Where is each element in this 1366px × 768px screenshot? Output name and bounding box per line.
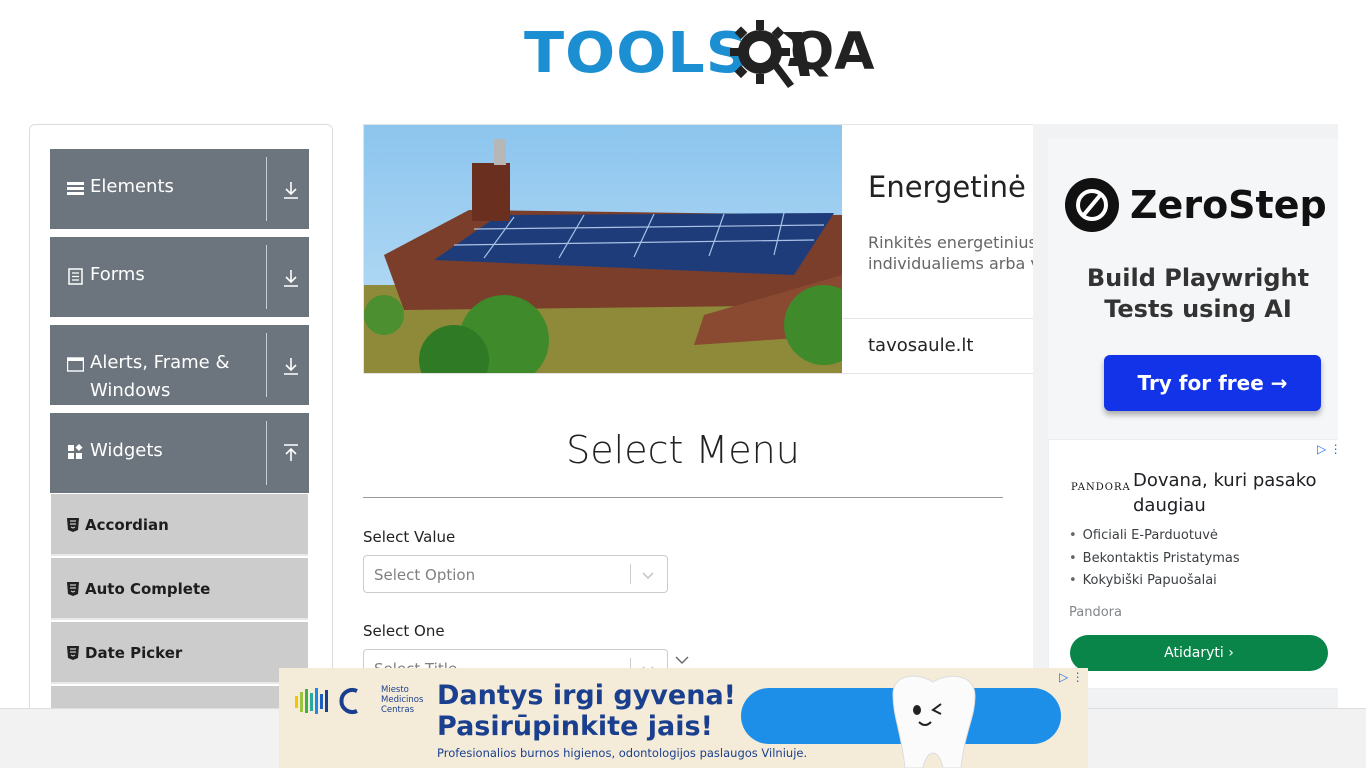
select-value-label: Select Value <box>363 528 456 546</box>
ad-domain[interactable]: tavosaule.lt <box>868 335 973 356</box>
chevron-down-icon <box>675 656 689 664</box>
bottom-ad-subtitle: Profesionalios burnos higienos, odontolo… <box>437 746 808 760</box>
clinic-name-line: Centras <box>381 705 415 715</box>
pandora-logo: PANDORA <box>1071 482 1131 493</box>
zerostep-tagline: Build Playwright Tests using AI <box>1048 263 1338 325</box>
ad-headline: Energetinė n <box>868 170 1035 204</box>
adchoices-icon[interactable]: ▷ ⋮ <box>1317 442 1338 456</box>
logo-tools-text: TOOLS <box>524 21 750 86</box>
sidebar-item-label: Date Picker <box>85 644 183 662</box>
right-ad-column: ZeroStep Build Playwright Tests using AI… <box>1033 124 1338 708</box>
divider <box>266 421 267 485</box>
sidebar-item-accordian[interactable]: Accordian <box>51 494 308 556</box>
select-placeholder: Select Option <box>374 566 476 584</box>
pandora-title: Dovana, kuri pasako daugiau <box>1133 470 1317 516</box>
pandora-bullets: Oficiali E-Parduotuvė Bekontaktis Prista… <box>1069 525 1240 593</box>
ad-description-line: Rinkitės energetinius <box>868 233 1035 252</box>
upload-arrow-icon <box>284 444 298 461</box>
left-panel: Elements Forms Alerts, Frame & Windows W… <box>29 124 333 724</box>
headline-line: Pasirūpinkite jais! <box>437 711 713 742</box>
list-item: Bekontaktis Pristatymas <box>1069 548 1240 571</box>
window-icon <box>67 357 84 372</box>
sidebar-group-widgets[interactable]: Widgets <box>50 413 309 493</box>
form-icon <box>68 268 83 285</box>
tagline-line: Tests using AI <box>1104 295 1292 323</box>
download-arrow-icon <box>284 182 298 199</box>
open-button[interactable]: Atidaryti › <box>1070 635 1328 671</box>
open-button-label: Atidaryti <box>1164 645 1224 661</box>
title-divider <box>363 497 1003 498</box>
sidebar-item-label: Auto Complete <box>85 580 211 598</box>
zerostep-logo-icon <box>1065 178 1119 232</box>
clinic-name-line: Medicinos <box>381 695 424 705</box>
sidebar-item-label: Accordian <box>85 516 169 534</box>
pandora-ad[interactable]: ▷ ⋮ PANDORA Dovana, kuri pasako daugiau … <box>1048 439 1338 689</box>
page-title: Select Menu <box>566 428 800 472</box>
divider <box>266 157 267 221</box>
logo-qa-text: QA <box>790 22 875 82</box>
divider <box>842 318 1034 319</box>
chevron-right-icon: › <box>1228 645 1234 661</box>
tagline-line: Build Playwright <box>1086 264 1310 292</box>
ad-description: Rinkitės energetinius individualiems arb… <box>868 232 1035 274</box>
zerostep-ad[interactable]: ZeroStep Build Playwright Tests using AI… <box>1048 139 1338 439</box>
select-one-label: Select One <box>363 622 445 640</box>
sidebar-group-label: Widgets <box>90 440 163 461</box>
html5-icon <box>67 582 79 596</box>
headline-line: Dantys irgi gyvena! <box>437 680 736 711</box>
try-for-free-button[interactable]: Try for free → <box>1104 355 1321 411</box>
sidebar-group-label: Alerts, Frame & Windows <box>90 352 230 401</box>
menu-icon <box>67 182 84 195</box>
divider <box>266 333 267 397</box>
tooth-mascot-icon <box>892 675 976 768</box>
adchoices-icon[interactable]: ▷ ⋮ <box>1059 670 1084 684</box>
sidebar-group-label: Elements <box>90 176 174 197</box>
ad-description-line: individualiems arba v <box>868 254 1035 273</box>
solar-roof-photo <box>364 125 842 373</box>
html5-icon <box>67 518 79 532</box>
select-value-dropdown[interactable]: Select Option <box>363 555 668 593</box>
advertiser-name: Pandora <box>1069 605 1122 620</box>
clinic-name-line: Miesto <box>381 685 409 695</box>
sidebar-group-elements[interactable]: Elements <box>50 149 309 229</box>
clinic-name: Miesto Medicinos Centras <box>381 685 423 715</box>
sidebar-group-forms[interactable]: Forms <box>50 237 309 317</box>
zerostep-name: ZeroStep <box>1130 183 1327 227</box>
download-arrow-icon <box>284 270 298 287</box>
bottom-banner-ad[interactable]: Miesto Medicinos Centras Dantys irgi gyv… <box>279 668 1088 768</box>
chevron-down-icon[interactable] <box>640 567 656 583</box>
divider <box>266 245 267 309</box>
top-banner-ad[interactable]: Energetinė n Rinkitės energetinius indiv… <box>363 124 1035 374</box>
list-item: Kokybiški Papuošalai <box>1069 570 1240 593</box>
html5-icon <box>67 646 79 660</box>
list-item: Oficiali E-Parduotuvė <box>1069 525 1240 548</box>
download-arrow-icon <box>284 358 298 375</box>
divider <box>630 564 631 584</box>
sidebar-group-alerts[interactable]: Alerts, Frame & Windows <box>50 325 309 405</box>
sidebar-item-auto-complete[interactable]: Auto Complete <box>51 558 308 620</box>
sidebar-item-date-picker[interactable]: Date Picker <box>51 622 308 684</box>
widgets-icon <box>68 444 83 459</box>
bottom-ad-headline: Dantys irgi gyvena! Pasirūpinkite jais! <box>437 680 736 742</box>
sidebar-group-label: Forms <box>90 264 145 285</box>
clinic-logo-icon <box>295 688 358 714</box>
